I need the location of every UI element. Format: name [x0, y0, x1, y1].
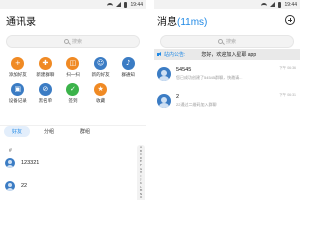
blacklist-icon: ⊘ — [38, 83, 52, 96]
wifi-icon — [107, 2, 114, 7]
add-friend-icon: + — [11, 57, 25, 70]
battery-icon — [278, 1, 282, 8]
contact-row[interactable]: 22 — [5, 180, 129, 192]
grid-item[interactable]: ☺ 新的好友 — [87, 57, 115, 78]
search-icon — [217, 39, 223, 44]
grid-item-label: 群通知 — [121, 72, 135, 77]
new-friend-icon: ☺ — [94, 57, 108, 70]
search-input[interactable]: 搜索 — [6, 35, 140, 48]
grid-item-label: 添加好友 — [8, 72, 27, 77]
signal-icon — [270, 2, 276, 7]
avatar — [157, 67, 171, 81]
sign-in-icon: ✓ — [66, 83, 80, 96]
grid-item[interactable]: ★ 收藏 — [87, 83, 115, 104]
title-text: 消息 — [157, 16, 177, 28]
group-chat-icon: ✚ — [38, 57, 52, 70]
tab-0[interactable]: 好友 — [4, 126, 31, 137]
avatar — [5, 181, 15, 191]
notice-text: 您好，欢迎加入星耶 app — [201, 52, 257, 58]
avatar — [5, 158, 15, 168]
message-preview: 您已成功创建了54545群聊，快邀请... — [176, 75, 243, 80]
add-icon[interactable] — [285, 15, 295, 25]
grid-item-label: 黑名单 — [38, 98, 53, 103]
message-time: 下午 06:36 — [279, 66, 296, 70]
group-notice-icon: ♪ — [121, 57, 135, 70]
search-icon — [63, 39, 69, 44]
grid-item-label: 收藏 — [96, 98, 106, 103]
grid-item-label: 签到 — [68, 98, 78, 103]
grid-item[interactable]: ▣ 设备记录 — [4, 83, 32, 104]
message-time: 下午 06:31 — [279, 93, 296, 97]
message-row[interactable]: 2 22通过二维码加入群聊 下午 06:31 — [157, 90, 298, 112]
grid-item[interactable]: + 添加好友 — [4, 57, 32, 78]
search-input[interactable]: 搜索 — [160, 35, 294, 48]
grid-item[interactable]: ✚ 新建群聊 — [32, 57, 60, 78]
section-header: # — [9, 148, 12, 154]
grid-item[interactable]: ◫ 扫一扫 — [59, 57, 87, 78]
tab-2[interactable]: 群组 — [74, 126, 96, 137]
wifi-icon — [261, 2, 268, 7]
latency-label: (11ms) — [177, 16, 208, 28]
status-time: 19:44 — [284, 1, 297, 8]
scan-icon: ◫ — [66, 57, 80, 70]
notice-bar[interactable]: 站内公告: 您好，欢迎加入星耶 app — [154, 49, 300, 60]
grid-item[interactable]: ♪ 群通知 — [114, 57, 142, 78]
message-preview: 22通过二维码加入群聊 — [176, 102, 217, 107]
message-row[interactable]: 54545 您已成功创建了54545群聊，快邀请... 下午 06:36 — [157, 63, 298, 85]
contacts-screen: 19:44 通讯录 搜索 + 添加好友 ✚ 新建群聊 ◫ 扫一扫 ☺ 新的好友 ♪ 群通知 ▣ 设备记… — [0, 0, 146, 200]
messages-screen: 19:44 消息(11ms) 搜索 站内公告: 您好，欢迎加入星耶 app 54… — [154, 0, 300, 200]
favorites-icon: ★ — [94, 83, 108, 96]
signal-icon — [116, 2, 122, 7]
status-time: 19:44 — [130, 1, 143, 8]
search-placeholder: 搜索 — [225, 39, 236, 45]
screen-divider — [146, 0, 154, 200]
contact-name: 22 — [21, 183, 28, 189]
search-placeholder: 搜索 — [71, 39, 82, 45]
contact-row[interactable]: 123321 — [5, 157, 129, 169]
speaker-icon — [157, 52, 162, 57]
contacts-tabs: 好友 分组 群组 — [0, 125, 146, 137]
grid-item-label: 扫一扫 — [66, 72, 80, 77]
grid-item[interactable]: ⊘ 黑名单 — [32, 83, 60, 104]
grid-item-label: 新的好友 — [91, 72, 110, 77]
avatar — [157, 94, 171, 108]
status-bar: 19:44 — [154, 0, 300, 9]
page-title: 消息(11ms) — [157, 13, 207, 28]
alphabet-index[interactable]: ABCDEFGHIJKLMNOPQ — [137, 145, 145, 200]
tab-1[interactable]: 分组 — [38, 126, 60, 137]
grid-item[interactable]: ✓ 签到 — [59, 83, 87, 104]
grid-item-label: 新建群聊 — [36, 72, 55, 77]
status-bar: 19:44 — [0, 0, 146, 9]
function-grid: + 添加好友 ✚ 新建群聊 ◫ 扫一扫 ☺ 新的好友 ♪ 群通知 ▣ 设备记录 ⊘ 黑名单 ✓ 签到 ★ 收藏 — [4, 57, 142, 104]
page-title: 通讯录 — [6, 16, 36, 28]
messages-header: 消息(11ms) — [154, 9, 300, 31]
device-icon: ▣ — [11, 83, 25, 96]
grid-item-label: 设备记录 — [8, 98, 27, 103]
contact-name: 123321 — [21, 160, 40, 166]
notice-label: 站内公告: — [164, 52, 186, 58]
battery-icon — [124, 1, 128, 8]
